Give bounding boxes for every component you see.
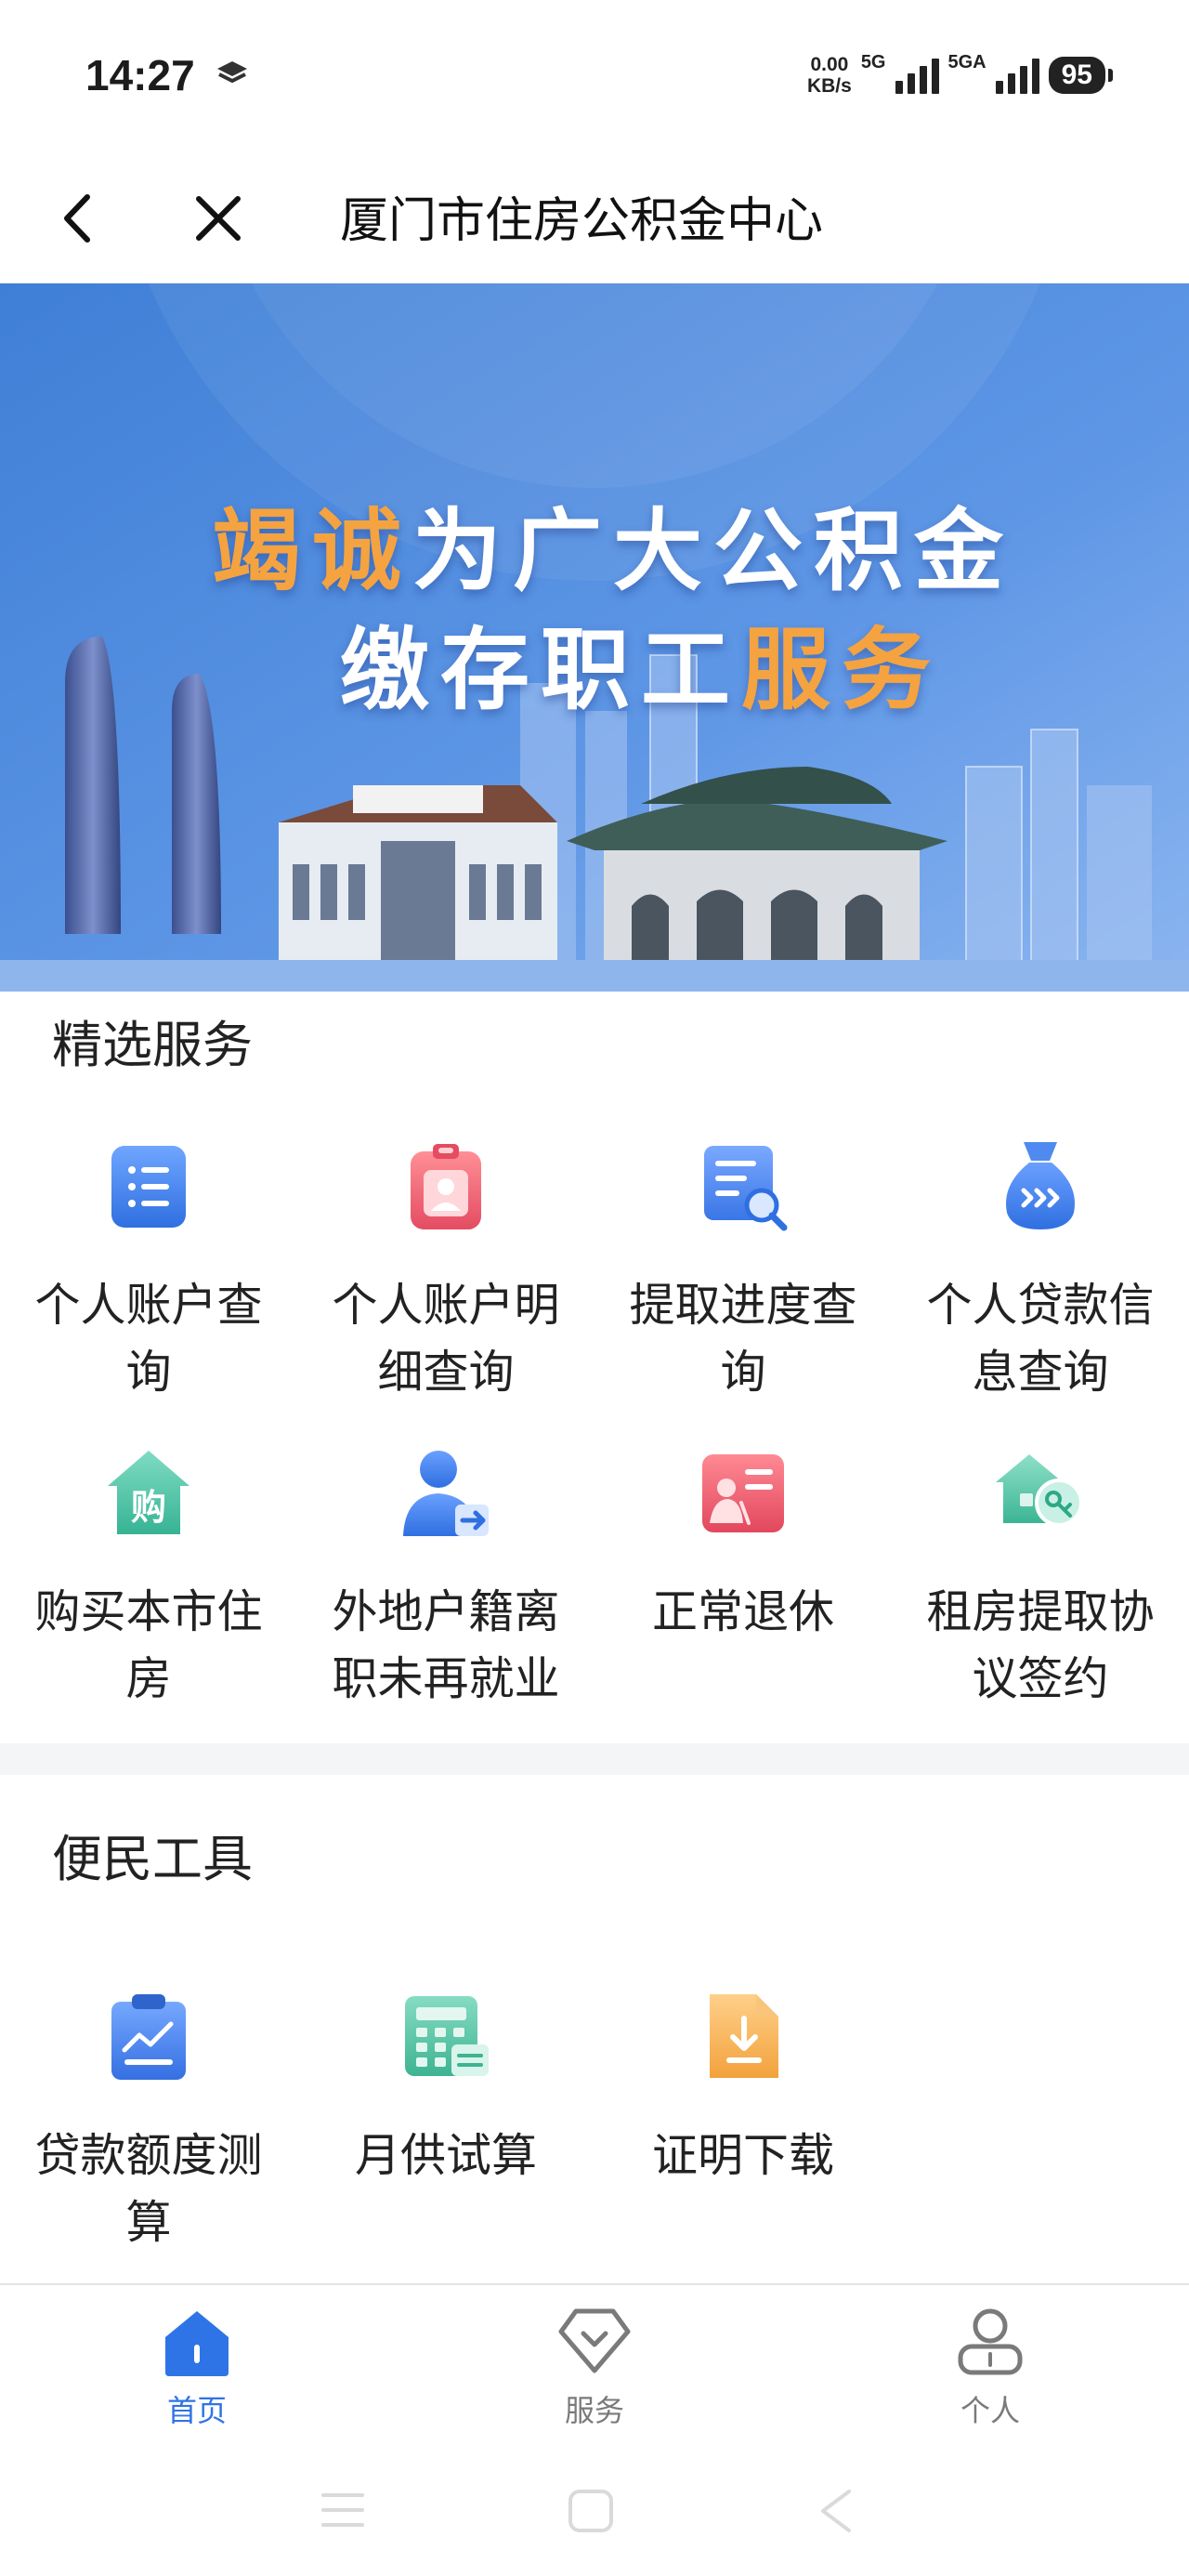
tab-label: 首页 (166, 2393, 227, 2428)
layers-icon (217, 61, 247, 84)
section-divider (0, 1743, 1189, 1775)
status-indicators: 0.00 KB/s 5G 5GA 95 (807, 52, 1114, 99)
house-buy-icon: 购 (108, 1451, 189, 1534)
network-speed: 0.00 KB/s (807, 54, 852, 97)
status-time: 14:27 (85, 51, 195, 99)
document-search-icon (704, 1146, 788, 1231)
service-personal-loan-query[interactable]: 个人贷款信息查询 (892, 1138, 1189, 1406)
sim2-label: 5GA (947, 52, 986, 72)
home-icon (165, 2311, 229, 2376)
service-label: 提取进度查询 (629, 1279, 857, 1399)
status-bar: 14:27 0.00 KB/s 5G 5GA 95 (0, 0, 1189, 158)
service-diamond-icon (558, 2308, 631, 2373)
tab-home[interactable]: 首页 (104, 2304, 290, 2430)
service-label: 正常退休 (651, 1585, 834, 1638)
banner-headline-line2: 缴存职工服务 (0, 598, 1189, 727)
service-label: 外地户籍离职未再就业 (332, 1585, 560, 1705)
user-exit-icon (403, 1451, 489, 1536)
tab-label: 服务 (564, 2393, 624, 2428)
tab-services[interactable]: 服务 (502, 2304, 687, 2430)
id-badge-icon (411, 1144, 481, 1229)
net-speed-unit: KB/s (806, 75, 852, 97)
service-label: 个人贷款信息查询 (926, 1279, 1155, 1399)
signal-icon (995, 57, 1039, 94)
money-bag-icon (1006, 1142, 1075, 1229)
navigation-header: 厦门市住房公积金中心 (0, 158, 1189, 283)
house-key-icon (996, 1454, 1083, 1527)
service-buy-local-housing[interactable]: 购 购买本市住房 (0, 1445, 297, 1713)
featured-section-title: 精选服务 (52, 1016, 253, 1074)
service-nonlocal-resignation[interactable]: 外地户籍离职未再就业 (297, 1445, 594, 1713)
calculator-icon (405, 1996, 489, 2076)
service-normal-retirement[interactable]: 正常退休 (594, 1445, 892, 1646)
file-download-icon (710, 1994, 778, 2078)
banner-text-white: 缴存职工 (340, 618, 741, 722)
list-document-icon (111, 1146, 186, 1228)
bottom-tab-bar: 首页 服务 个人 (0, 2283, 1189, 2451)
home-square-icon[interactable] (567, 2488, 615, 2534)
hero-banner[interactable]: 竭诚为广大公积金 缴存职工服务 (0, 283, 1189, 992)
tool-certificate-download[interactable]: 证明下载 (594, 1989, 892, 2189)
banner-text-orange: 竭诚 (212, 499, 412, 603)
clipboard-chart-icon (111, 1994, 186, 2080)
page-title: 厦门市住房公积金中心 (340, 193, 824, 249)
signal-icon (895, 57, 939, 94)
close-icon[interactable] (186, 186, 251, 251)
menu-icon[interactable] (320, 2490, 366, 2530)
banner-headline-line1: 竭诚为广大公积金 (0, 479, 1189, 608)
tools-section-title: 便民工具 (52, 1830, 253, 1888)
tool-loan-limit-calculation[interactable]: 贷款额度测算 (0, 1989, 297, 2256)
tool-monthly-payment-calculation[interactable]: 月供试算 (297, 1989, 594, 2189)
system-navigation-bar (0, 2451, 1189, 2576)
back-arrow-icon[interactable] (46, 186, 111, 251)
tool-label: 月供试算 (354, 2129, 537, 2182)
net-speed-value: 0.00 (810, 54, 849, 75)
service-withdrawal-progress[interactable]: 提取进度查询 (594, 1138, 892, 1406)
service-label: 个人账户明细查询 (332, 1279, 560, 1399)
service-label: 购买本市住房 (34, 1585, 263, 1705)
tab-label: 个人 (960, 2393, 1020, 2428)
retirement-card-icon (702, 1454, 784, 1532)
tool-label: 证明下载 (651, 2129, 834, 2182)
service-label: 个人账户查询 (34, 1279, 263, 1399)
user-icon (958, 2308, 1023, 2375)
battery-indicator: 95 (1048, 57, 1114, 94)
tab-personal[interactable]: 个人 (897, 2304, 1083, 2430)
banner-text-orange: 服务 (741, 618, 942, 722)
service-account-detail-query[interactable]: 个人账户明细查询 (297, 1138, 594, 1406)
sim1-label: 5G (860, 52, 886, 72)
service-rental-agreement[interactable]: 租房提取协议签约 (892, 1445, 1189, 1713)
service-personal-account-query[interactable]: 个人账户查询 (0, 1138, 297, 1406)
banner-text-white: 为广大公积金 (412, 499, 1014, 603)
tool-label: 贷款额度测算 (34, 2129, 263, 2249)
svg-text:购: 购 (131, 1487, 166, 1528)
service-label: 租房提取协议签约 (926, 1585, 1155, 1705)
back-triangle-icon[interactable] (816, 2488, 856, 2534)
